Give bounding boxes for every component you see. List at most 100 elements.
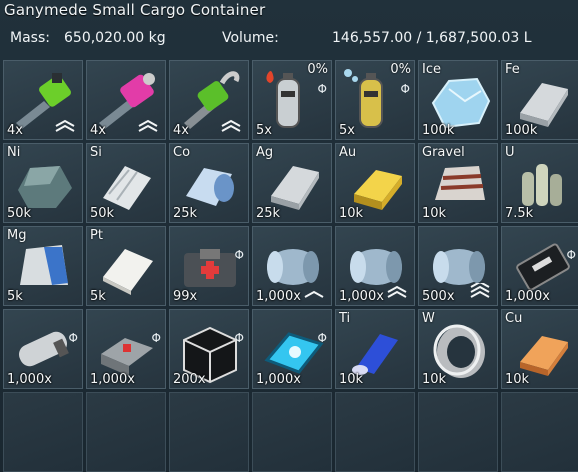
item-quantity: 10k <box>422 372 447 387</box>
slot-component-canister-2[interactable]: 1,000x <box>335 226 415 306</box>
slot-girder-component[interactable]: Φ 200x <box>169 309 249 389</box>
slot-silver-ingot[interactable]: Ag 25k <box>252 143 332 223</box>
phi-marker: Φ <box>317 82 327 96</box>
empty-slot[interactable] <box>86 392 166 472</box>
item-symbol: Au <box>339 145 357 160</box>
item-symbol: Cu <box>505 311 523 326</box>
item-quantity: 500x <box>422 289 455 304</box>
slot-grinder-tool[interactable]: 4x <box>86 60 166 140</box>
tier-chevron-icon <box>387 285 407 298</box>
inventory-grid: 4x 4x 4x 0% Φ 5x 0% Φ 5x Ice 100k Fe 100k Ni 50k Si 50k C… <box>3 60 578 472</box>
item-quantity: 1,000x <box>256 289 301 304</box>
item-quantity: 5k <box>90 289 106 304</box>
empty-slot[interactable] <box>418 392 498 472</box>
tier-chevron-icon <box>221 119 241 132</box>
item-quantity: 1,000x <box>90 372 135 387</box>
item-quantity: 5x <box>339 123 355 138</box>
slot-platinum-ingot[interactable]: Pt 5k <box>86 226 166 306</box>
volume-label: Volume: <box>222 30 279 46</box>
slot-titanium-ingot[interactable]: Ti 10k <box>335 309 415 389</box>
empty-slot[interactable] <box>3 392 83 472</box>
item-quantity: 5k <box>7 289 23 304</box>
slot-motor-component[interactable]: Φ 1,000x <box>3 309 83 389</box>
slot-component-canister-1[interactable]: 1,000x <box>252 226 332 306</box>
item-symbol: Ni <box>7 145 21 160</box>
slot-magnesium-powder[interactable]: Mg 5k <box>3 226 83 306</box>
slot-copper-ingot[interactable]: Cu 10k <box>501 309 578 389</box>
slot-medical-component[interactable]: Φ 99x <box>169 226 249 306</box>
slot-nickel-ore[interactable]: Ni 50k <box>3 143 83 223</box>
slot-gold-ingot[interactable]: Au 10k <box>335 143 415 223</box>
item-quantity: 7.5k <box>505 206 534 221</box>
phi-marker: Φ <box>68 331 78 345</box>
item-quantity: 4x <box>7 123 23 138</box>
item-quantity: 200x <box>173 372 206 387</box>
empty-slot[interactable] <box>252 392 332 472</box>
item-quantity: 100k <box>505 123 538 138</box>
item-quantity: 25k <box>256 206 281 221</box>
phi-marker: Φ <box>234 248 244 262</box>
item-symbol: U <box>505 145 515 160</box>
slot-tungsten-ingot[interactable]: W 10k <box>418 309 498 389</box>
slot-hydrogen-bottle[interactable]: 0% Φ 5x <box>252 60 332 140</box>
mass-label: Mass: <box>10 30 50 46</box>
container-title: Ganymede Small Cargo Container <box>4 1 266 19</box>
slot-display-component[interactable]: Φ 1,000x <box>252 309 332 389</box>
phi-marker: Φ <box>317 331 327 345</box>
item-symbol: Ag <box>256 145 274 160</box>
phi-marker: Φ <box>566 248 576 262</box>
item-symbol: Ti <box>339 311 351 326</box>
item-quantity: 4x <box>90 123 106 138</box>
item-quantity: 25k <box>173 206 198 221</box>
empty-slot[interactable] <box>335 392 415 472</box>
slot-uranium-ingot[interactable]: U 7.5k <box>501 143 578 223</box>
cargo-container-window: Ganymede Small Cargo Container Mass: 650… <box>0 0 578 472</box>
slot-drill-tool[interactable]: 4x <box>169 60 249 140</box>
slot-construction-component[interactable]: Φ 1,000x <box>86 309 166 389</box>
slot-computer-component[interactable]: Φ 1,000x <box>501 226 578 306</box>
slot-oxygen-bottle[interactable]: 0% Φ 5x <box>335 60 415 140</box>
empty-slot[interactable] <box>501 392 578 472</box>
item-quantity: 10k <box>339 206 364 221</box>
container-stats: Mass: 650,020.00 kg Volume: 146,557.00 /… <box>0 24 578 52</box>
slot-gravel[interactable]: Gravel 10k <box>418 143 498 223</box>
item-quantity: 1,000x <box>7 372 52 387</box>
item-quantity: 10k <box>422 206 447 221</box>
mass-value: 650,020.00 kg <box>64 30 166 46</box>
volume-value: 146,557.00 / 1,687,500.03 L <box>332 30 532 46</box>
item-symbol: Ice <box>422 62 441 77</box>
fill-percent: 0% <box>307 62 328 77</box>
item-symbol: W <box>422 311 435 326</box>
tier-chevron-icon <box>304 290 324 298</box>
item-quantity: 1,000x <box>256 372 301 387</box>
item-quantity: 10k <box>505 372 530 387</box>
slot-welder-tool[interactable]: 4x <box>3 60 83 140</box>
item-symbol: Si <box>90 145 102 160</box>
phi-marker: Φ <box>151 331 161 345</box>
item-symbol: Fe <box>505 62 520 77</box>
slot-iron-ingot[interactable]: Fe 100k <box>501 60 578 140</box>
tier-chevron-icon <box>138 119 158 132</box>
slot-silicon-wafer[interactable]: Si 50k <box>86 143 166 223</box>
item-quantity: 10k <box>339 372 364 387</box>
tier-chevron-icon <box>55 119 75 132</box>
item-quantity: 4x <box>173 123 189 138</box>
item-quantity: 100k <box>422 123 455 138</box>
item-symbol: Gravel <box>422 145 465 160</box>
empty-slot[interactable] <box>169 392 249 472</box>
item-quantity: 99x <box>173 289 198 304</box>
phi-marker: Φ <box>234 331 244 345</box>
slot-ice[interactable]: Ice 100k <box>418 60 498 140</box>
phi-marker: Φ <box>400 82 410 96</box>
item-quantity: 50k <box>90 206 115 221</box>
item-quantity: 1,000x <box>505 289 550 304</box>
item-quantity: 1,000x <box>339 289 384 304</box>
tier-chevron-icon <box>470 283 490 298</box>
slot-cobalt-ingot[interactable]: Co 25k <box>169 143 249 223</box>
slot-component-canister-3[interactable]: 500x <box>418 226 498 306</box>
item-symbol: Mg <box>7 228 27 243</box>
item-symbol: Co <box>173 145 191 160</box>
fill-percent: 0% <box>390 62 411 77</box>
item-symbol: Pt <box>90 228 103 243</box>
item-quantity: 50k <box>7 206 32 221</box>
